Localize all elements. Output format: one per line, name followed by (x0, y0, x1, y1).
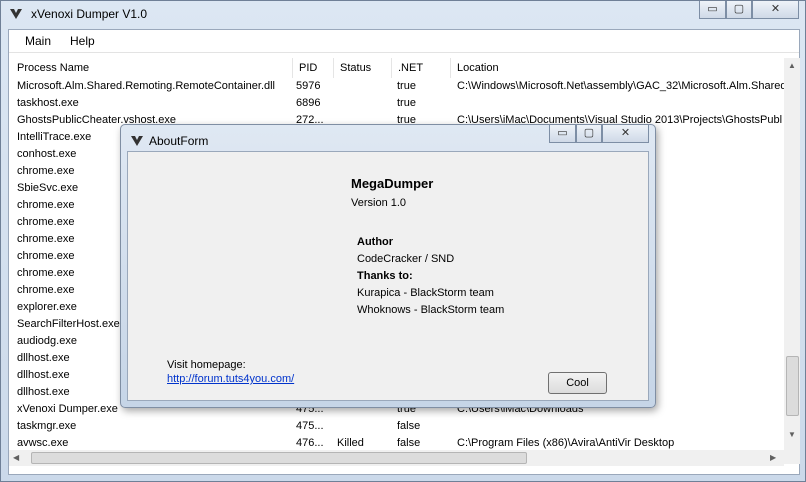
close-icon: ✕ (770, 3, 781, 15)
maximize-icon: ▢ (733, 3, 745, 15)
horizontal-scrollbar[interactable]: ◀ ▶ (9, 450, 784, 466)
app-logo-icon (10, 9, 22, 19)
table-row[interactable]: Microsoft.Alm.Shared.Remoting.RemoteCont… (9, 78, 784, 95)
menu-help[interactable]: Help (70, 34, 95, 48)
author-heading: Author (357, 236, 394, 248)
column-header-location[interactable]: Location (451, 58, 784, 78)
scroll-right-icon[interactable]: ▶ (770, 453, 776, 462)
about-dialog: AboutForm ▭ ▢ ✕ MegaDumper Version 1.0 A… (120, 124, 656, 408)
net-cell: true (397, 80, 416, 92)
visit-label: Visit homepage: (167, 359, 246, 371)
author-name: CodeCracker / SND (357, 253, 455, 265)
dialog-maximize-button[interactable]: ▢ (576, 125, 602, 143)
version-label: Version 1.0 (351, 197, 407, 209)
pid-cell: 475... (296, 420, 324, 432)
net-cell: false (397, 420, 421, 432)
minimize-icon: ▭ (707, 3, 718, 15)
scroll-up-icon[interactable]: ▲ (788, 61, 796, 70)
pid-cell: 6896 (296, 97, 321, 109)
location-cell: C:\Windows\Microsoft.Net\assembly\GAC_32… (457, 80, 784, 92)
maximize-icon: ▢ (583, 127, 595, 139)
thanks-heading: Thanks to: (357, 270, 413, 282)
column-header-net[interactable]: .NET (392, 58, 451, 78)
menu-bar: Main Help (9, 30, 799, 53)
dialog-minimize-button[interactable]: ▭ (549, 125, 576, 143)
maximize-button[interactable]: ▢ (726, 1, 752, 19)
dialog-logo-icon (131, 136, 143, 146)
process-name-cell: taskhost.exe (17, 97, 79, 109)
thanks-item: Whoknows - BlackStorm team (357, 304, 505, 316)
process-name-cell: taskmgr.exe (17, 420, 77, 432)
process-name-cell: Microsoft.Alm.Shared.Remoting.RemoteCont… (17, 80, 276, 92)
net-cell: true (397, 97, 416, 109)
vertical-scrollbar[interactable]: ▲ ▼ (784, 58, 800, 464)
cool-button[interactable]: Cool (548, 372, 607, 394)
horizontal-scroll-thumb[interactable] (31, 452, 527, 464)
scroll-left-icon[interactable]: ◀ (13, 453, 19, 462)
about-content: MegaDumper Version 1.0 Author CodeCracke… (127, 151, 649, 401)
table-row[interactable]: taskmgr.exe 475... false (9, 418, 784, 435)
column-header-process-name[interactable]: Process Name (11, 58, 293, 78)
title-bar: xVenoxi Dumper V1.0 ▭ ▢ ✕ (1, 1, 805, 29)
table-row[interactable]: taskhost.exe 6896 true (9, 95, 784, 112)
homepage-link[interactable]: http://forum.tuts4you.com/ (167, 373, 294, 385)
thanks-item: Kurapica - BlackStorm team (357, 287, 494, 299)
column-header-pid[interactable]: PID (293, 58, 334, 78)
pid-cell: 5976 (296, 80, 321, 92)
menu-main[interactable]: Main (25, 34, 51, 48)
dialog-title: AboutForm (149, 134, 209, 148)
window-title: xVenoxi Dumper V1.0 (31, 7, 148, 21)
minimize-icon: ▭ (557, 127, 568, 139)
close-icon: ✕ (620, 127, 631, 139)
minimize-button[interactable]: ▭ (699, 1, 726, 19)
scroll-down-icon[interactable]: ▼ (788, 430, 796, 439)
vertical-scroll-thumb[interactable] (786, 356, 799, 416)
column-header-status[interactable]: Status (334, 58, 392, 78)
list-header: Process Name PID Status .NET Location (9, 58, 799, 78)
close-button[interactable]: ✕ (752, 1, 799, 19)
app-name: MegaDumper (351, 176, 434, 191)
dialog-close-button[interactable]: ✕ (602, 125, 649, 143)
